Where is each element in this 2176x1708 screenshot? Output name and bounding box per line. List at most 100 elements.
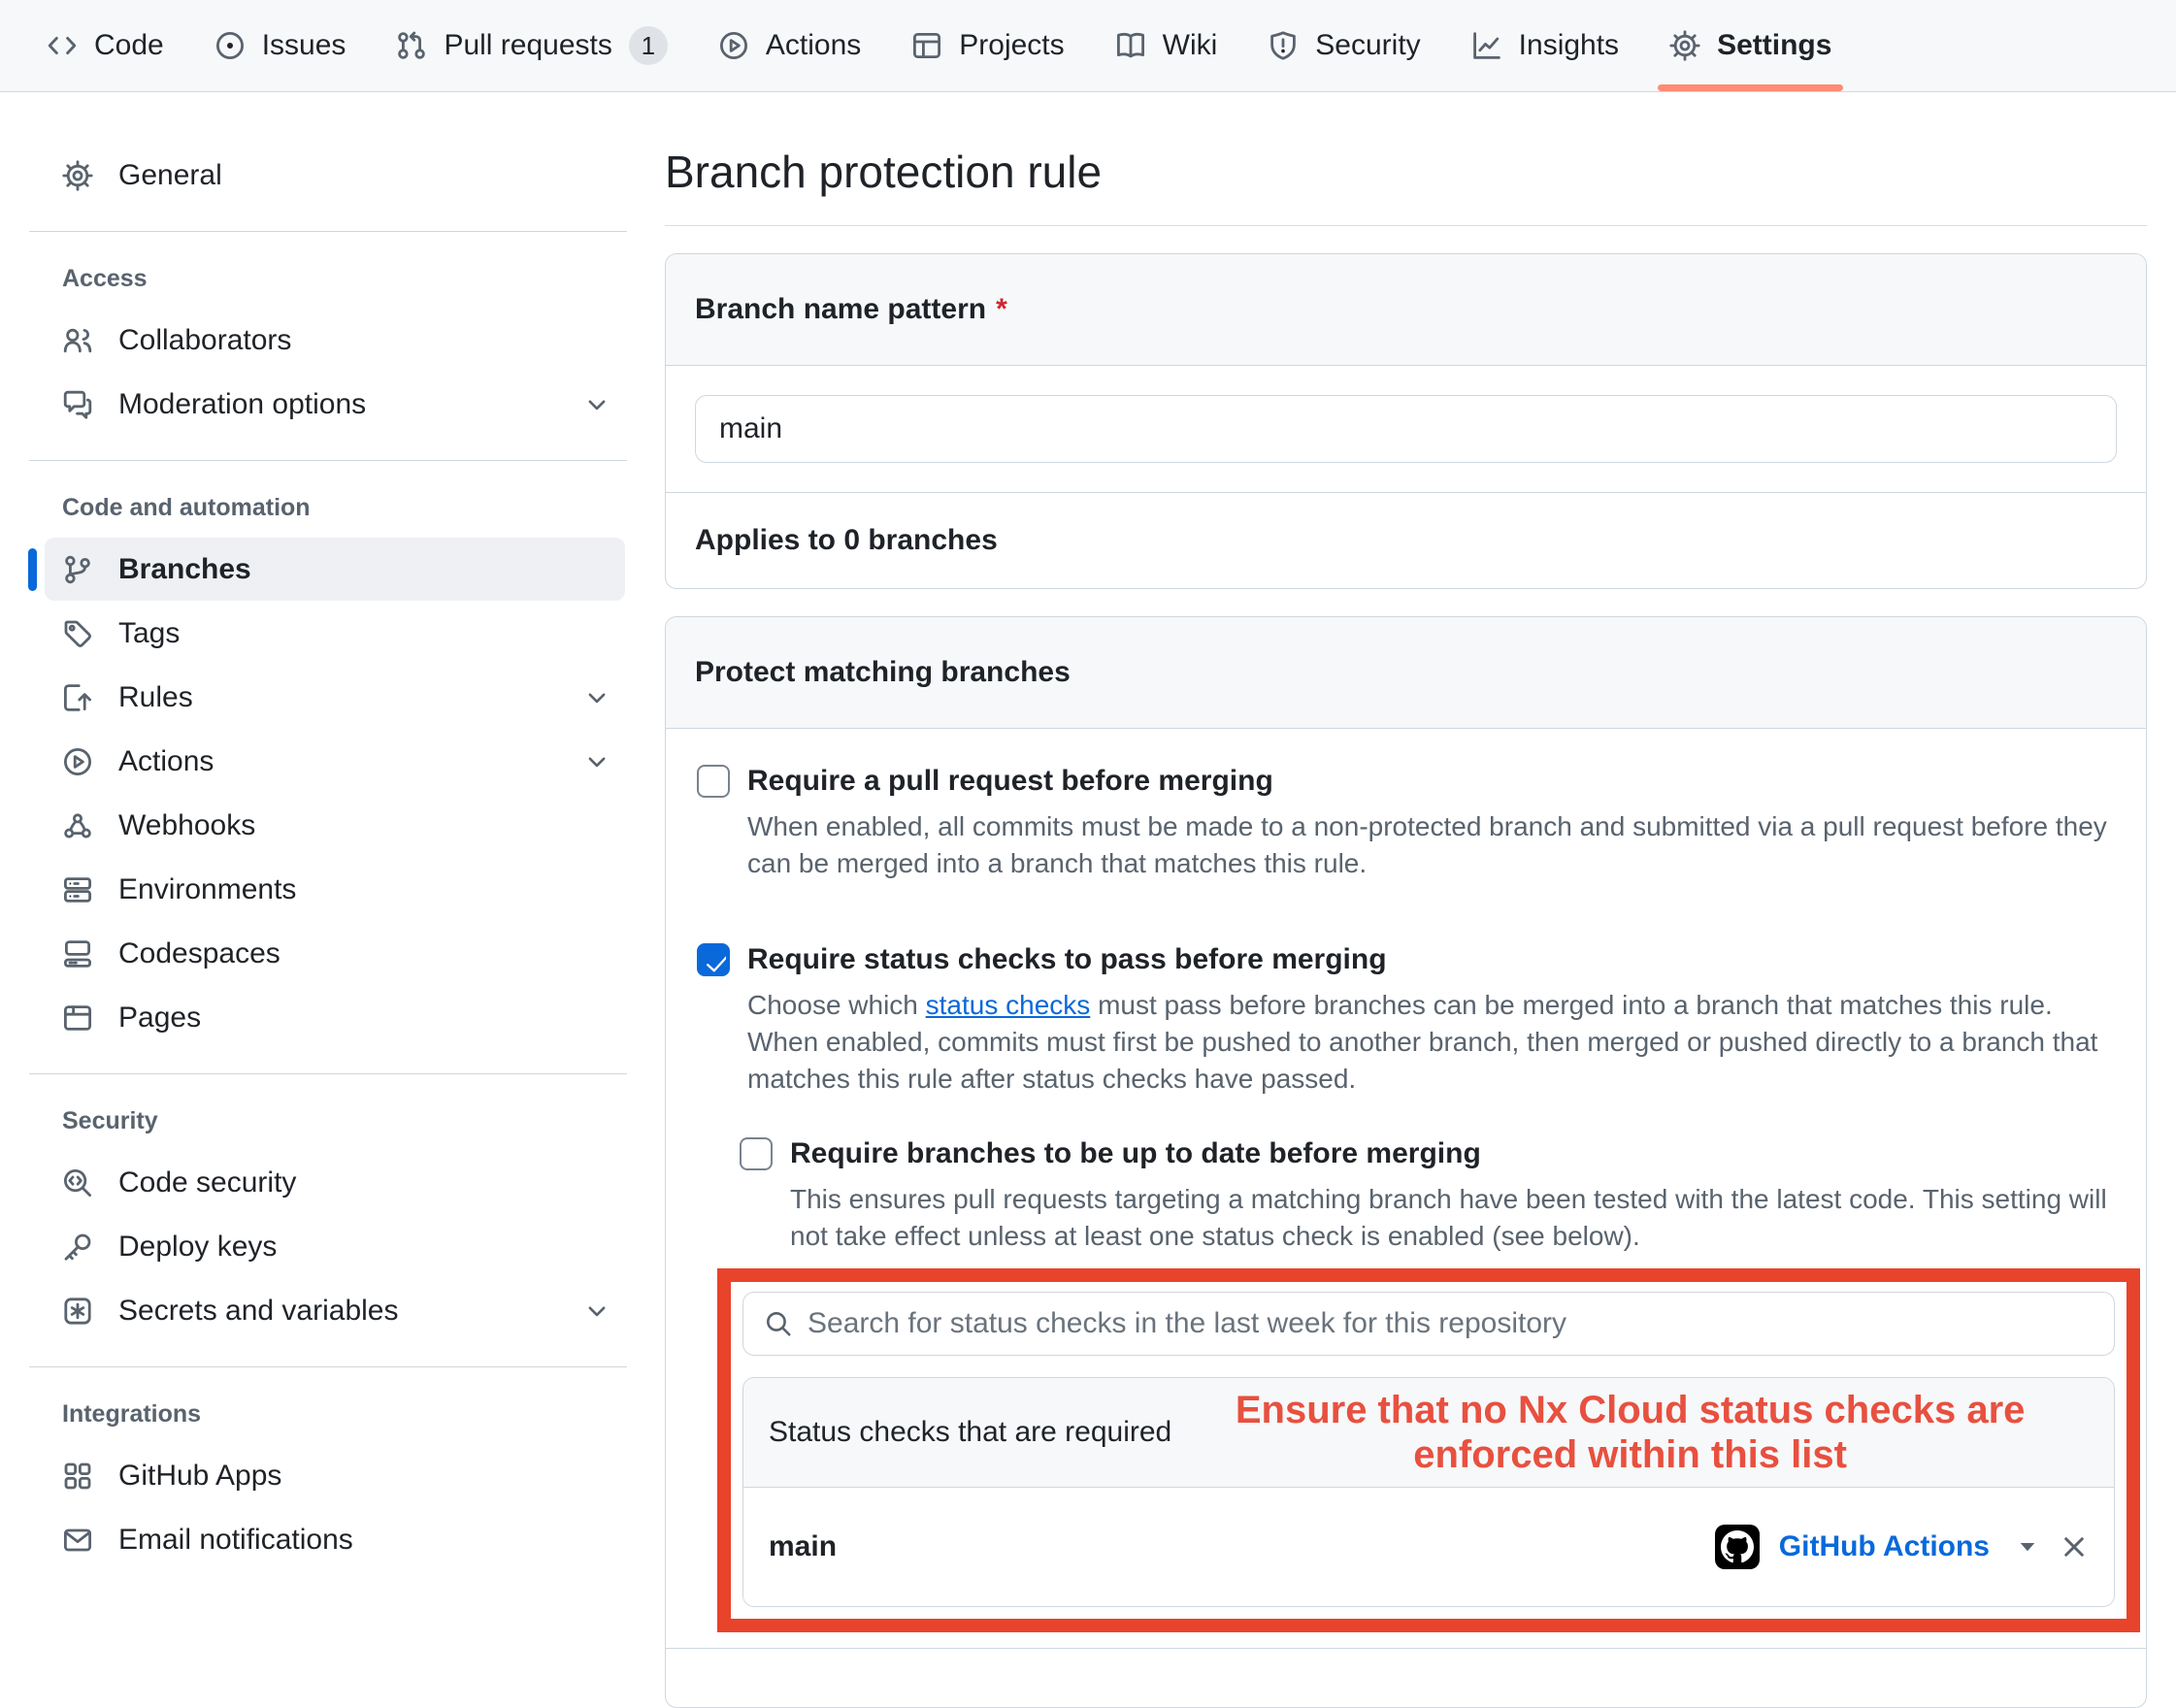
sidebar-section-code-automation: Code and automation — [62, 494, 625, 522]
protect-matching-branches-card: Protect matching branches Require a pull… — [665, 616, 2147, 1708]
status-check-name: main — [769, 1530, 837, 1563]
status-check-row: main GitHub Actions — [743, 1488, 2114, 1606]
repo-nav: Code Issues Pull requests 1 Actions Proj… — [0, 0, 2176, 92]
sidebar-item-secrets-variables[interactable]: Secrets and variables — [45, 1279, 625, 1342]
sidebar-item-moderation-options[interactable]: Moderation options — [45, 373, 625, 436]
divider — [666, 1648, 2146, 1649]
github-mark-icon — [1721, 1530, 1754, 1563]
tab-settings[interactable]: Settings — [1644, 0, 1857, 91]
rules-icon — [62, 682, 93, 713]
require-pull-request-checkbox[interactable] — [697, 765, 730, 798]
mail-icon — [62, 1525, 93, 1556]
tab-pull-requests[interactable]: Pull requests 1 — [371, 0, 692, 91]
sidebar-item-environments[interactable]: Environments — [45, 858, 625, 921]
sidebar-section-access: Access — [62, 265, 625, 293]
sidebar-item-github-apps[interactable]: GitHub Apps — [45, 1444, 625, 1507]
required-status-checks-list: Status checks that are required Ensure t… — [742, 1377, 2115, 1607]
sidebar-item-branches[interactable]: Branches — [45, 538, 625, 601]
remove-status-check-button[interactable] — [2060, 1532, 2089, 1561]
graph-icon — [1471, 30, 1502, 61]
tab-label: Pull requests — [444, 29, 611, 62]
required-status-checks-header: Status checks that are required Ensure t… — [743, 1378, 2114, 1488]
main-content: Branch protection rule Branch name patte… — [665, 93, 2147, 1708]
status-checks-link[interactable]: status checks — [926, 990, 1091, 1020]
tab-wiki[interactable]: Wiki — [1090, 0, 1243, 91]
sidebar-item-general[interactable]: General — [45, 144, 625, 207]
page-title: Branch protection rule — [665, 146, 2147, 226]
sidebar-item-deploy-keys[interactable]: Deploy keys — [45, 1215, 625, 1278]
sidebar-section-security: Security — [62, 1107, 625, 1135]
issue-opened-icon — [214, 30, 246, 61]
asterisk-box-icon — [62, 1296, 93, 1327]
sidebar-item-rules[interactable]: Rules — [45, 666, 625, 729]
check-icon — [701, 947, 726, 972]
divider — [29, 1073, 627, 1074]
book-icon — [1115, 30, 1146, 61]
sidebar-item-tags[interactable]: Tags — [45, 602, 625, 665]
tab-insights[interactable]: Insights — [1446, 0, 1644, 91]
sidebar-item-code-security[interactable]: Code security — [45, 1151, 625, 1214]
tab-issues[interactable]: Issues — [189, 0, 372, 91]
codespaces-icon — [62, 938, 93, 969]
gear-icon — [1669, 30, 1700, 61]
github-actions-logo — [1715, 1525, 1760, 1569]
tab-label: Actions — [766, 29, 861, 62]
status-check-dropdown-button[interactable] — [2015, 1534, 2040, 1560]
caret-down-icon — [2015, 1534, 2040, 1560]
settings-sidebar: General Access Collaborators Moderation … — [0, 93, 641, 1572]
server-icon — [62, 874, 93, 905]
protect-matching-branches-header: Protect matching branches — [666, 617, 2146, 729]
applies-to-branches-text: Applies to 0 branches — [666, 492, 2146, 588]
tab-label: Issues — [262, 29, 346, 62]
tab-actions[interactable]: Actions — [693, 0, 886, 91]
sidebar-item-pages[interactable]: Pages — [45, 986, 625, 1049]
pull-requests-count-badge: 1 — [629, 26, 668, 65]
divider — [29, 231, 627, 232]
option-description: Choose which status checks must pass bef… — [747, 987, 2115, 1098]
sidebar-item-webhooks[interactable]: Webhooks — [45, 794, 625, 857]
comment-discussion-icon — [62, 389, 93, 420]
branch-name-pattern-input[interactable] — [695, 395, 2117, 463]
require-status-checks-checkbox[interactable] — [697, 943, 730, 976]
sidebar-item-collaborators[interactable]: Collaborators — [45, 309, 625, 372]
annotation-highlight-box: Status checks that are required Ensure t… — [717, 1268, 2140, 1632]
sidebar-item-email-notifications[interactable]: Email notifications — [45, 1508, 625, 1571]
tab-code[interactable]: Code — [21, 0, 189, 91]
option-description: When enabled, all commits must be made t… — [747, 808, 2115, 882]
branch-name-pattern-card: Branch name pattern* Applies to 0 branch… — [665, 253, 2147, 589]
sidebar-item-actions[interactable]: Actions — [45, 730, 625, 793]
status-checks-search-input[interactable] — [742, 1292, 2115, 1356]
git-pull-request-icon — [396, 30, 427, 61]
tag-icon — [62, 618, 93, 649]
require-up-to-date-checkbox[interactable] — [740, 1137, 773, 1170]
search-icon — [764, 1309, 793, 1338]
tab-label: Security — [1315, 29, 1420, 62]
option-description: This ensures pull requests targeting a m… — [790, 1181, 2115, 1255]
sidebar-section-integrations: Integrations — [62, 1400, 625, 1429]
tab-label: Projects — [959, 29, 1064, 62]
required-asterisk: * — [996, 293, 1007, 325]
option-require-status-checks: Require status checks to pass before mer… — [697, 942, 2115, 1098]
branch-name-pattern-header: Branch name pattern* — [666, 254, 2146, 366]
sidebar-item-codespaces[interactable]: Codespaces — [45, 922, 625, 985]
chevron-down-icon — [582, 1297, 611, 1326]
key-icon — [62, 1232, 93, 1263]
shield-icon — [1268, 30, 1299, 61]
people-icon — [62, 325, 93, 356]
tab-label: Settings — [1717, 29, 1831, 62]
divider — [29, 460, 627, 461]
option-require-pull-request: Require a pull request before merging Wh… — [697, 764, 2115, 882]
tab-security[interactable]: Security — [1242, 0, 1445, 91]
tab-projects[interactable]: Projects — [886, 0, 1089, 91]
browser-icon — [62, 1002, 93, 1034]
play-icon — [62, 746, 93, 777]
option-require-up-to-date: Require branches to be up to date before… — [740, 1136, 2115, 1255]
table-icon — [911, 30, 942, 61]
divider — [29, 1366, 627, 1367]
apps-icon — [62, 1461, 93, 1492]
play-icon — [718, 30, 749, 61]
github-actions-link[interactable]: GitHub Actions — [1779, 1530, 1990, 1563]
code-icon — [47, 30, 78, 61]
webhook-icon — [62, 810, 93, 841]
chevron-down-icon — [582, 390, 611, 419]
